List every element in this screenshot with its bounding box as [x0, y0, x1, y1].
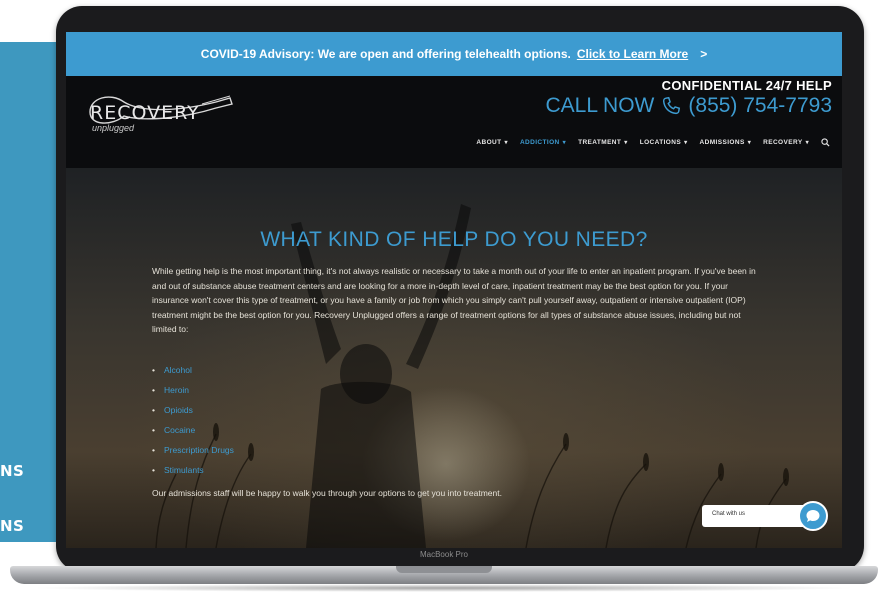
option-link-heroin[interactable]: Heroin — [152, 380, 234, 400]
side-label-1: NS — [0, 462, 25, 480]
option-link-alcohol[interactable]: Alcohol — [152, 360, 234, 380]
chat-label: Chat with us — [712, 511, 746, 517]
laptop-base-notch — [396, 566, 492, 573]
treatment-options-list: Alcohol Heroin Opioids Cocaine Prescript… — [152, 360, 234, 480]
closing-paragraph: Our admissions staff will be happy to wa… — [152, 488, 502, 498]
chat-bubble-icon — [806, 510, 820, 522]
intro-paragraph: While getting help is the most important… — [152, 266, 756, 335]
chat-widget[interactable]: Chat with us — [702, 499, 828, 533]
marketing-stage: NS NS COVID-19 Advisory: We are open and… — [0, 0, 888, 594]
laptop-shadow — [30, 584, 858, 592]
side-label-2: NS — [0, 517, 25, 535]
option-link-cocaine[interactable]: Cocaine — [152, 420, 234, 440]
device-label: MacBook Pro — [419, 550, 469, 559]
option-link-stimulants[interactable]: Stimulants — [152, 460, 234, 480]
option-link-prescription-drugs[interactable]: Prescription Drugs — [152, 440, 234, 460]
chat-button[interactable] — [798, 501, 828, 531]
page-title: WHAT KIND OF HELP DO YOU NEED? — [260, 228, 648, 251]
hero-content: WHAT KIND OF HELP DO YOU NEED? While get… — [66, 32, 842, 548]
option-link-opioids[interactable]: Opioids — [152, 400, 234, 420]
laptop-screen: COVID-19 Advisory: We are open and offer… — [66, 32, 842, 548]
